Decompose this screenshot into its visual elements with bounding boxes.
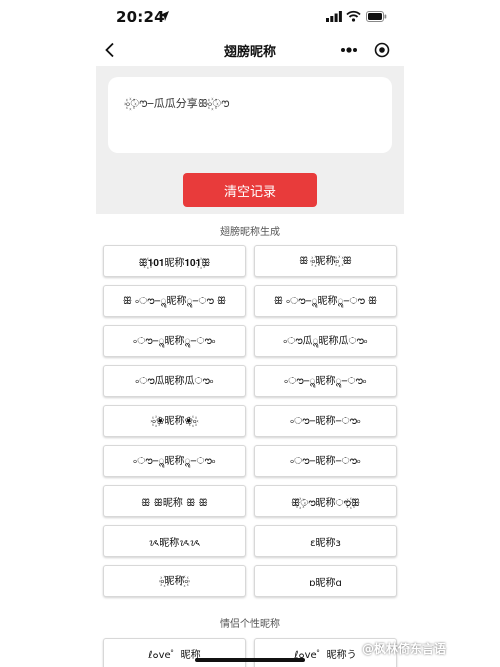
signal-icon	[326, 11, 342, 22]
target-icon[interactable]	[365, 37, 398, 63]
nickname-button[interactable]: ৹ൗ౼昵称౼ൗ৹	[254, 445, 397, 477]
status-bar: 20:24	[0, 0, 500, 34]
nickname-button[interactable]: ℓ๐ve゜昵称	[103, 638, 246, 667]
nickname-button[interactable]: ꕥ ꕥ昵称 ꕥ ꕥ	[103, 485, 246, 517]
nickname-button[interactable]: ৹ൗ౼昵称౼ൗ৹	[254, 405, 397, 437]
nav-bar: 翅膀昵称	[0, 34, 500, 66]
wifi-icon	[346, 10, 361, 22]
input-section: ৹꙰ൗ౼瓜瓜分享ꕥ৹꙰ൗ 清空记录	[96, 66, 404, 214]
nickname-button[interactable]: ৹ൗ౼ॣ昵称ॣ౼ൗ৹	[103, 445, 246, 477]
couple-nickname-grid: ℓ๐ve゜昵称 ℓ๐ve゜昵称う	[103, 638, 397, 667]
more-icon[interactable]	[332, 37, 365, 63]
nickname-button[interactable]: ৹ൗ瓜昵称瓜ൗ৹	[103, 365, 246, 397]
nickname-button[interactable]: ৹꙰昵称꙰৹	[103, 565, 246, 597]
section-title-wing: 翅膀昵称生成	[220, 227, 280, 238]
nickname-button[interactable]: ৹ൗ౼ॣ昵称ॣ౼ൗ৹	[254, 365, 397, 397]
nickname-button[interactable]: ᝰ昵称ᝰᝰ	[103, 525, 246, 557]
nickname-input[interactable]: ৹꙰ൗ౼瓜瓜分享ꕥ৹꙰ൗ	[108, 77, 392, 153]
clear-button[interactable]: 清空记录	[183, 173, 317, 207]
nickname-button[interactable]: ɛ昵称ɜ	[254, 525, 397, 557]
nickname-button[interactable]: ꕥ ৹ൗ౼ॣ昵称ॣ౼ൗ ꕥ	[103, 285, 246, 317]
watermark: @枫林倚东言语	[362, 642, 447, 656]
nickname-button[interactable]: ꕥ ৹꙰昵称৹꙰ ꕥ	[254, 245, 397, 277]
section-title-couple: 情侣个性昵称	[220, 619, 280, 630]
nickname-button[interactable]: ৹ൗ瓜ॣ昵称瓜ൗ৹	[254, 325, 397, 357]
location-arrow-icon	[159, 11, 169, 21]
nickname-button[interactable]: ꕥ ৹ൗ౼ॣ昵称ॣ౼ൗ ꕥ	[254, 285, 397, 317]
battery-icon	[366, 11, 387, 22]
home-indicator	[195, 658, 305, 662]
nickname-button[interactable]: ꕥ꙰𝟏𝟎𝟏昵称𝟏𝟎𝟏꙰ꕥ	[103, 245, 246, 277]
wing-nickname-grid: ꕥ꙰𝟏𝟎𝟏昵称𝟏𝟎𝟏꙰ꕥ ꕥ ৹꙰昵称৹꙰ ꕥꕥ ৹ൗ౼ॣ昵称ॣ౼ൗ ꕥꕥ ৹ൗ౼…	[103, 245, 397, 597]
capsule-menu	[332, 37, 398, 63]
nickname-button[interactable]: ɒ昵称ɑ	[254, 565, 397, 597]
nickname-button[interactable]: ꕥ꙰ൗ昵称ൗ꙰ꕥ	[254, 485, 397, 517]
page-title: 翅膀昵称	[223, 45, 276, 60]
nickname-list: 翅膀昵称生成 ꕥ꙰𝟏𝟎𝟏昵称𝟏𝟎𝟏꙰ꕥ ꕥ ৹꙰昵称৹꙰ ꕥꕥ ৹ൗ౼ॣ昵称ॣ౼ൗ…	[96, 214, 404, 667]
nickname-button[interactable]: ৹꙰❀昵称❀꙰৹	[103, 405, 246, 437]
nickname-button[interactable]: ৹ൗ౼ॣ昵称ॣ౼ൗ৹	[103, 325, 246, 357]
